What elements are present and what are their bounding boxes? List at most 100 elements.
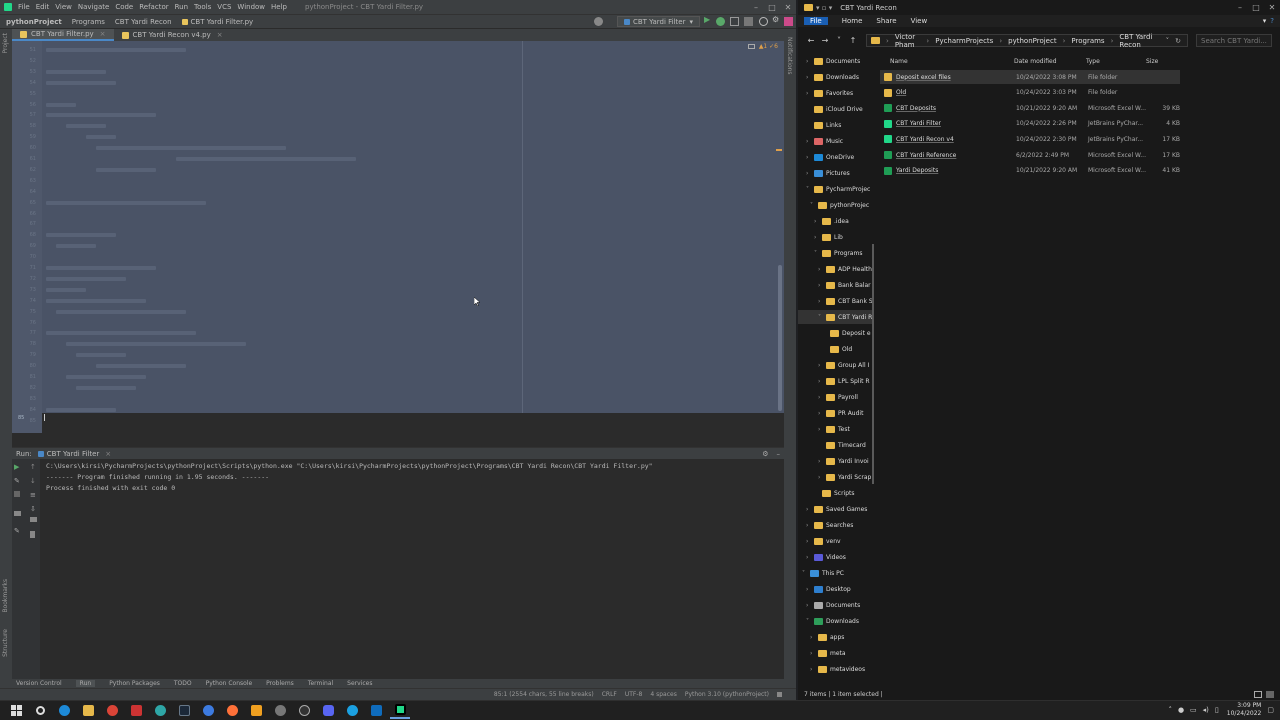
taskbar-app-9[interactable] xyxy=(198,703,218,719)
breadcrumb-folder[interactable]: CBT Yardi Recon xyxy=(115,18,172,26)
close-icon[interactable]: × xyxy=(105,450,111,458)
minimize-button[interactable]: – xyxy=(1232,3,1248,12)
chevron-icon[interactable]: ˅ xyxy=(802,570,810,577)
address-crumb[interactable]: CBT Yardi Recon xyxy=(1119,33,1153,49)
chevron-icon[interactable]: › xyxy=(818,426,826,433)
help-icon[interactable]: ? xyxy=(1270,17,1274,25)
taskbar-mail[interactable] xyxy=(366,703,386,719)
console-output[interactable]: C:\Users\kirsi\PycharmProjects\pythonPro… xyxy=(46,461,653,494)
code-line[interactable] xyxy=(46,407,116,412)
code-line[interactable] xyxy=(46,266,156,270)
code-line[interactable] xyxy=(46,69,106,74)
notification-icon[interactable]: ▢ xyxy=(1267,706,1274,714)
line-number[interactable]: 51 xyxy=(16,47,36,53)
minimize-button[interactable]: – xyxy=(748,3,764,12)
navigation-scrollbar[interactable] xyxy=(872,244,874,484)
ribbon-share[interactable]: Share xyxy=(876,17,896,25)
tree-item[interactable]: › Saved Games xyxy=(798,502,874,516)
chevron-icon[interactable]: › xyxy=(818,362,826,369)
lock-icon[interactable] xyxy=(777,692,782,697)
ribbon-home[interactable]: Home xyxy=(842,17,863,25)
line-number[interactable]: 80 xyxy=(16,363,36,369)
tree-item[interactable]: › Searches xyxy=(798,518,874,532)
close-button[interactable]: ✕ xyxy=(1264,3,1280,12)
breadcrumb-programs[interactable]: Programs xyxy=(72,18,105,26)
chevron-icon[interactable]: › xyxy=(818,410,826,417)
chevron-up-icon[interactable]: ˄ xyxy=(1168,706,1172,714)
tree-item[interactable]: › CBT Bank S xyxy=(798,294,874,308)
code-line[interactable] xyxy=(46,287,86,292)
tree-item[interactable]: › Bank Balar xyxy=(798,278,874,292)
chevron-icon[interactable]: › xyxy=(806,74,814,81)
column-name[interactable]: Name xyxy=(890,58,908,65)
coverage-icon[interactable] xyxy=(730,17,739,26)
chevron-icon[interactable]: › xyxy=(806,538,814,545)
tree-item[interactable]: › metavideos xyxy=(798,662,874,676)
gear-icon[interactable]: ⚙ xyxy=(762,450,768,458)
tree-item[interactable]: › apps xyxy=(798,630,874,644)
taskbar-edge[interactable] xyxy=(54,703,74,719)
large-icons-view-icon[interactable] xyxy=(1266,690,1274,698)
caret-position[interactable]: 85:1 (2554 chars, 55 line breaks) xyxy=(494,691,594,698)
code-line[interactable] xyxy=(76,385,136,390)
forward-arrow-icon[interactable]: → xyxy=(818,36,832,45)
tree-item[interactable]: › LPL Split R xyxy=(798,374,874,388)
line-number[interactable]: 65 xyxy=(16,200,36,206)
line-number[interactable]: 84 xyxy=(16,407,36,413)
file-row[interactable]: CBT Yardi Reference 6/2/2022 2:49 PM Micro… xyxy=(880,148,1180,162)
tree-item[interactable]: ˅ CBT Yardi R xyxy=(798,310,874,324)
line-number[interactable]: 70 xyxy=(16,254,36,260)
taskbar-app-11[interactable] xyxy=(246,703,266,719)
clock[interactable]: 3:09 PM 10/24/2022 xyxy=(1227,702,1262,718)
inspection-widget[interactable]: ▲1 ✓6 xyxy=(747,43,778,50)
start-button[interactable] xyxy=(6,703,26,719)
tree-item[interactable]: › venv xyxy=(798,534,874,548)
line-number[interactable]: 75 xyxy=(16,309,36,315)
line-number[interactable]: 67 xyxy=(16,221,36,227)
line-number[interactable]: 59 xyxy=(16,134,36,140)
code-line[interactable] xyxy=(66,342,246,347)
print-icon[interactable] xyxy=(30,517,37,522)
line-number[interactable]: 79 xyxy=(16,352,36,358)
network-icon[interactable]: ▭ xyxy=(1190,706,1197,714)
tree-item[interactable]: › Lib xyxy=(798,230,874,244)
line-number[interactable]: 60 xyxy=(16,145,36,151)
taskbar-app-12[interactable] xyxy=(270,703,290,719)
tab-cbt-yardi-filter[interactable]: CBT Yardi Filter.py × xyxy=(12,29,114,41)
chevron-icon[interactable]: ˅ xyxy=(806,186,814,193)
wrench-icon[interactable]: ✎ xyxy=(14,477,20,485)
line-number[interactable]: 52 xyxy=(16,58,36,64)
chevron-icon[interactable]: › xyxy=(806,170,814,177)
taskbar-chrome[interactable] xyxy=(102,703,122,719)
code-line[interactable] xyxy=(86,135,116,140)
stop-icon[interactable] xyxy=(744,17,753,26)
indent-setting[interactable]: 4 spaces xyxy=(650,691,676,698)
menu-run[interactable]: Run xyxy=(175,3,188,11)
structure-tool-tab[interactable]: Structure xyxy=(2,629,9,657)
stop-icon[interactable] xyxy=(14,491,20,497)
address-crumb[interactable]: Victor Pham xyxy=(895,33,921,49)
tree-item[interactable]: › Pictures xyxy=(798,166,874,180)
menu-navigate[interactable]: Navigate xyxy=(78,3,109,11)
line-number[interactable]: 71 xyxy=(16,265,36,271)
tool-problems[interactable]: Problems xyxy=(266,680,294,687)
down-arrow-icon[interactable]: ↓ xyxy=(30,477,36,485)
close-icon[interactable]: × xyxy=(100,30,106,38)
tree-item[interactable]: › OneDrive xyxy=(798,150,874,164)
soft-wrap-icon[interactable]: ≡ xyxy=(30,491,36,499)
tree-item[interactable]: › Videos xyxy=(798,550,874,564)
line-number[interactable]: 68 xyxy=(16,232,36,238)
rerun-icon[interactable]: ▶ xyxy=(14,463,19,471)
file-encoding[interactable]: UTF-8 xyxy=(625,691,643,698)
warning-marker[interactable] xyxy=(776,149,782,151)
line-number[interactable]: 82 xyxy=(16,385,36,391)
code-line[interactable] xyxy=(46,113,156,118)
trash-icon[interactable] xyxy=(30,531,35,538)
chevron-icon[interactable]: › xyxy=(810,650,818,657)
chevron-icon[interactable]: › xyxy=(814,234,822,241)
file-row[interactable]: Yardi Deposits 10/21/2022 9:20 AM Microsof… xyxy=(880,164,1180,178)
line-number[interactable]: 83 xyxy=(16,396,36,402)
line-number[interactable]: 54 xyxy=(16,80,36,86)
battery-icon[interactable]: ▯ xyxy=(1215,706,1219,714)
code-line[interactable] xyxy=(96,364,186,369)
